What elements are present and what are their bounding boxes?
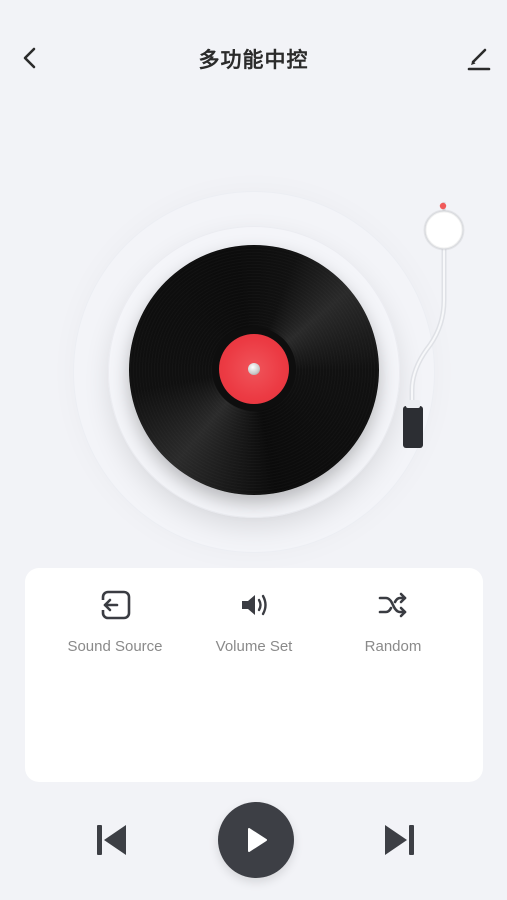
- sound-source-button[interactable]: Sound Source: [40, 588, 190, 668]
- app-header: 多功能中控: [0, 0, 507, 116]
- edit-button[interactable]: [463, 42, 495, 74]
- sound-source-label: Sound Source: [67, 638, 163, 655]
- random-label: Random: [364, 638, 422, 655]
- shuffle-icon: [376, 588, 410, 622]
- skip-next-icon: [385, 825, 414, 855]
- pencil-icon: [467, 48, 491, 71]
- turntable: [0, 150, 507, 570]
- function-panel: Sound Source Volume Set Random: [25, 568, 483, 782]
- input-source-icon: [98, 588, 132, 622]
- volume-set-button[interactable]: Volume Set: [179, 588, 329, 668]
- random-button[interactable]: Random: [318, 588, 468, 668]
- next-button[interactable]: [377, 818, 421, 862]
- volume-icon: [237, 588, 271, 622]
- skip-previous-icon: [97, 825, 126, 855]
- volume-set-label: Volume Set: [215, 638, 293, 655]
- play-icon: [248, 828, 267, 852]
- previous-button[interactable]: [90, 818, 134, 862]
- page-title: 多功能中控: [198, 48, 309, 72]
- play-button[interactable]: [218, 802, 294, 878]
- tonearm-tip: [439, 202, 447, 210]
- tonearm[interactable]: [0, 150, 507, 570]
- playback-controls: [0, 800, 507, 884]
